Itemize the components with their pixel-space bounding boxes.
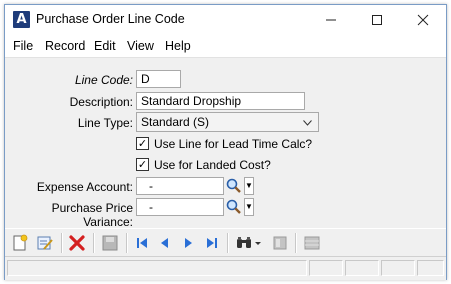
expense-account-lookup-button[interactable] [225, 177, 243, 195]
minimize-button[interactable] [308, 5, 354, 35]
next-record-icon [185, 238, 192, 248]
expense-account-dropdown[interactable]: ▼ [244, 177, 254, 195]
edit-record-button[interactable] [36, 234, 54, 252]
view-button[interactable] [271, 234, 289, 252]
ppv-dropdown[interactable]: ▼ [244, 198, 254, 216]
window-title: Purchase Order Line Code [36, 12, 185, 26]
app-logo-icon: A [13, 11, 30, 28]
lead-time-checkbox[interactable]: ✓ [136, 137, 149, 150]
status-bar [5, 256, 446, 280]
find-dropdown-button[interactable] [253, 234, 263, 252]
caret-down-icon [255, 242, 261, 245]
landed-cost-checkbox[interactable]: ✓ [136, 158, 149, 171]
expense-account-label: Expense Account: [36, 180, 133, 194]
status-panel-4 [417, 260, 444, 276]
status-panel-1 [309, 260, 343, 276]
delete-x-icon [69, 235, 85, 251]
ppv-field[interactable]: - [136, 198, 224, 216]
status-panel-main [7, 260, 307, 276]
line-code-field[interactable]: D [136, 70, 181, 88]
menu-bar: File Record Edit View Help [5, 35, 446, 58]
list-grid-icon [304, 236, 320, 250]
lead-time-label: Use Line for Lead Time Calc? [154, 137, 313, 151]
caret-down-icon: ▼ [245, 202, 253, 211]
view-panel-icon [273, 236, 287, 250]
maximize-button[interactable] [354, 5, 400, 35]
next-record-button[interactable] [179, 234, 197, 252]
chevron-down-icon [303, 113, 312, 133]
find-button[interactable] [235, 234, 253, 252]
toolbar [5, 228, 446, 257]
line-code-label: Line Code: [74, 73, 133, 87]
maximize-icon [372, 15, 382, 25]
description-label: Description: [69, 95, 133, 109]
menu-edit[interactable]: Edit [94, 39, 116, 53]
landed-cost-label: Use for Landed Cost? [154, 158, 271, 172]
magnifier-icon [226, 178, 241, 193]
last-record-button[interactable] [203, 234, 221, 252]
caret-down-icon: ▼ [245, 181, 253, 190]
edit-document-icon [37, 236, 53, 250]
menu-record[interactable]: Record [45, 39, 85, 53]
menu-view[interactable]: View [127, 39, 154, 53]
status-panel-3 [381, 260, 415, 276]
new-record-button[interactable] [11, 234, 29, 252]
last-record-icon [207, 238, 217, 248]
save-disk-icon [102, 235, 118, 251]
expense-account-field[interactable]: - [136, 177, 224, 195]
line-type-value: Standard (S) [141, 115, 210, 129]
binoculars-icon [237, 237, 251, 248]
close-button[interactable] [400, 5, 446, 35]
main-window: A Purchase Order Line Code File Record E… [4, 4, 447, 280]
previous-record-button[interactable] [156, 234, 174, 252]
previous-record-icon [161, 238, 168, 248]
line-type-label: Line Type: [77, 116, 133, 130]
line-type-select[interactable]: Standard (S) [136, 112, 319, 132]
list-button[interactable] [303, 234, 321, 252]
magnifier-icon [226, 199, 241, 214]
menu-file[interactable]: File [13, 39, 33, 53]
title-bar: A Purchase Order Line Code [5, 5, 446, 35]
save-button[interactable] [101, 234, 119, 252]
delete-button[interactable] [68, 234, 86, 252]
menu-help[interactable]: Help [165, 39, 191, 53]
first-record-button[interactable] [133, 234, 151, 252]
ppv-lookup-button[interactable] [225, 198, 243, 216]
description-field[interactable]: Standard Dropship [136, 92, 305, 110]
close-icon [417, 14, 429, 26]
ppv-label: Purchase Price Variance: [51, 201, 133, 229]
minimize-icon [326, 19, 336, 21]
status-panel-2 [345, 260, 379, 276]
new-document-icon [13, 234, 28, 251]
first-record-icon [137, 238, 147, 248]
